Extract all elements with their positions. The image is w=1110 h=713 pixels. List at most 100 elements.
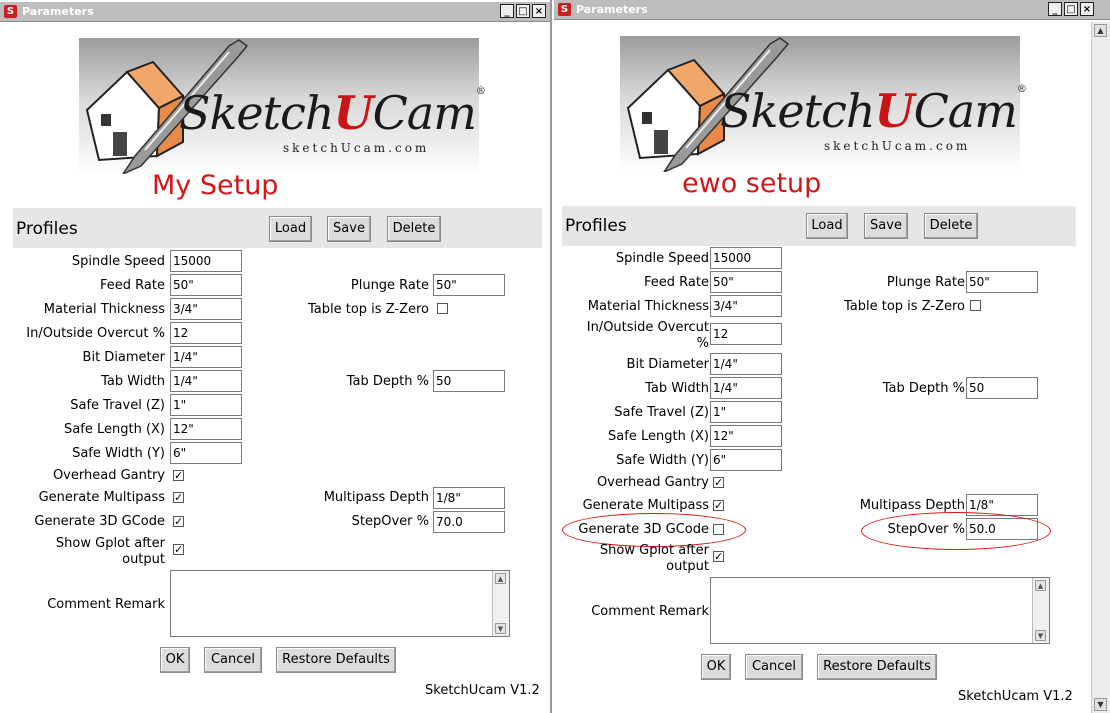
feed-rate-input[interactable]: 50": [170, 274, 242, 296]
table-top-checkbox[interactable]: [437, 303, 448, 314]
table-top-label: Table top is Z-Zero: [844, 299, 965, 314]
logo-wordmark: SketchUCam®: [720, 84, 1027, 138]
scroll-up-icon[interactable]: ▲: [495, 573, 506, 584]
tab-width-label: Tab Width: [101, 374, 165, 389]
cancel-button[interactable]: Cancel: [204, 647, 262, 673]
material-thickness-input[interactable]: 3/4": [170, 298, 242, 320]
bit-diameter-input[interactable]: 1/4": [710, 353, 782, 375]
logo-wordmark: SketchUCam®: [179, 86, 486, 140]
overcut-label-line2: %: [696, 336, 709, 351]
textarea-scrollbar[interactable]: ▲ ▼: [492, 571, 509, 636]
close-button[interactable]: ×: [1080, 2, 1094, 16]
safe-travel-input[interactable]: 1": [710, 401, 782, 423]
generate-multipass-label: Generate Multipass: [38, 490, 165, 505]
save-button[interactable]: Save: [864, 213, 908, 239]
feed-rate-label: Feed Rate: [644, 275, 709, 290]
plunge-rate-label: Plunge Rate: [886, 275, 965, 290]
show-gplot-checkbox[interactable]: ✓: [173, 544, 184, 555]
save-button[interactable]: Save: [327, 216, 371, 242]
plunge-rate-input[interactable]: 50": [966, 271, 1038, 293]
overcut-input[interactable]: 12: [710, 323, 782, 345]
material-thickness-label: Material Thickness: [587, 299, 709, 314]
scroll-up-icon[interactable]: ▲: [1094, 24, 1107, 37]
scroll-down-icon[interactable]: ▼: [1035, 630, 1046, 641]
spindle-speed-label: Spindle Speed: [615, 251, 709, 266]
safe-width-input[interactable]: 6": [170, 442, 242, 464]
safe-length-input[interactable]: 12": [710, 425, 782, 447]
title-bar[interactable]: S Parameters _ □ ×: [554, 0, 1110, 20]
overcut-input[interactable]: 12: [170, 322, 242, 344]
comment-remark-textarea[interactable]: ▲ ▼: [170, 570, 510, 637]
maximize-button[interactable]: □: [1064, 2, 1078, 16]
title-bar[interactable]: S Parameters _ □ ×: [0, 2, 550, 22]
tab-depth-input[interactable]: 50: [433, 370, 505, 392]
safe-travel-input[interactable]: 1": [170, 394, 242, 416]
textarea-scrollbar[interactable]: ▲ ▼: [1032, 578, 1049, 643]
show-gplot-checkbox[interactable]: ✓: [713, 551, 724, 562]
generate-multipass-label: Generate Multipass: [582, 498, 709, 513]
safe-width-input[interactable]: 6": [710, 449, 782, 471]
bit-diameter-label: Bit Diameter: [82, 350, 165, 365]
red-highlight-circle-stepover: [861, 512, 1051, 550]
generate-multipass-checkbox[interactable]: ✓: [173, 492, 184, 503]
overhead-gantry-label: Overhead Gantry: [52, 468, 165, 483]
tab-depth-label: Tab Depth %: [882, 381, 965, 396]
sketchup-app-icon: S: [4, 5, 17, 18]
delete-button[interactable]: Delete: [387, 216, 441, 242]
scroll-down-icon[interactable]: ▼: [495, 623, 506, 634]
minimize-button[interactable]: _: [500, 4, 514, 18]
table-top-checkbox[interactable]: [970, 300, 981, 311]
show-gplot-label-line1: Show Gplot after: [599, 543, 709, 558]
version-label: SketchUcam V1.2: [958, 689, 1073, 704]
cancel-button[interactable]: Cancel: [745, 654, 803, 680]
stepover-label: StepOver %: [351, 514, 429, 529]
tab-width-input[interactable]: 1/4": [170, 370, 242, 392]
spindle-speed-input[interactable]: 15000: [710, 247, 782, 269]
overhead-gantry-label: Overhead Gantry: [596, 475, 709, 490]
feed-rate-input[interactable]: 50": [710, 271, 782, 293]
plunge-rate-input[interactable]: 50": [433, 274, 505, 296]
tab-width-input[interactable]: 1/4": [710, 377, 782, 399]
overcut-label-line1: In/Outside Overcut: [586, 320, 709, 335]
multipass-depth-label: Multipass Depth: [323, 490, 429, 505]
overhead-gantry-checkbox[interactable]: ✓: [173, 470, 184, 481]
bit-diameter-input[interactable]: 1/4": [170, 346, 242, 368]
maximize-button[interactable]: □: [516, 4, 530, 18]
ok-button[interactable]: OK: [160, 647, 190, 673]
scroll-down-icon[interactable]: ▼: [1094, 698, 1107, 711]
tab-depth-input[interactable]: 50: [966, 377, 1038, 399]
generate-multipass-checkbox[interactable]: ✓: [713, 500, 724, 511]
stepover-input[interactable]: 70.0: [433, 511, 505, 533]
multipass-depth-input[interactable]: 1/8": [433, 487, 505, 509]
scroll-up-icon[interactable]: ▲: [1035, 580, 1046, 591]
close-button[interactable]: ×: [532, 4, 546, 18]
material-thickness-input[interactable]: 3/4": [710, 295, 782, 317]
delete-button[interactable]: Delete: [924, 213, 978, 239]
setup-annotation: My Setup: [152, 170, 279, 201]
plunge-rate-label: Plunge Rate: [350, 278, 429, 293]
comment-remark-label: Comment Remark: [591, 604, 709, 619]
load-button[interactable]: Load: [269, 216, 312, 242]
material-thickness-label: Material Thickness: [43, 302, 165, 317]
minimize-button[interactable]: _: [1048, 2, 1062, 16]
window-scrollbar[interactable]: ▲ ▼: [1091, 22, 1110, 713]
version-label: SketchUcam V1.2: [425, 683, 540, 698]
bit-diameter-label: Bit Diameter: [626, 357, 709, 372]
restore-defaults-button[interactable]: Restore Defaults: [817, 654, 937, 680]
show-gplot-label-line2: output: [666, 559, 709, 574]
comment-remark-textarea[interactable]: ▲ ▼: [710, 577, 1050, 644]
restore-defaults-button[interactable]: Restore Defaults: [276, 647, 396, 673]
logo-url: sketchUcam.com: [824, 139, 971, 153]
ok-button[interactable]: OK: [701, 654, 731, 680]
sketchucam-logo: SketchUCam® sketchUcam.com: [620, 36, 1027, 172]
overhead-gantry-checkbox[interactable]: ✓: [713, 477, 724, 488]
show-gplot-label-line2: output: [122, 552, 165, 567]
generate-3d-checkbox[interactable]: ✓: [173, 516, 184, 527]
spindle-speed-input[interactable]: 15000: [170, 250, 242, 272]
feed-rate-label: Feed Rate: [100, 278, 165, 293]
load-button[interactable]: Load: [806, 213, 848, 239]
safe-length-input[interactable]: 12": [170, 418, 242, 440]
safe-length-label: Safe Length (X): [64, 422, 165, 437]
sketchup-app-icon: S: [558, 3, 571, 16]
parameters-window-left: S Parameters _ □ × SketchUCam® sketchUca…: [0, 0, 552, 713]
